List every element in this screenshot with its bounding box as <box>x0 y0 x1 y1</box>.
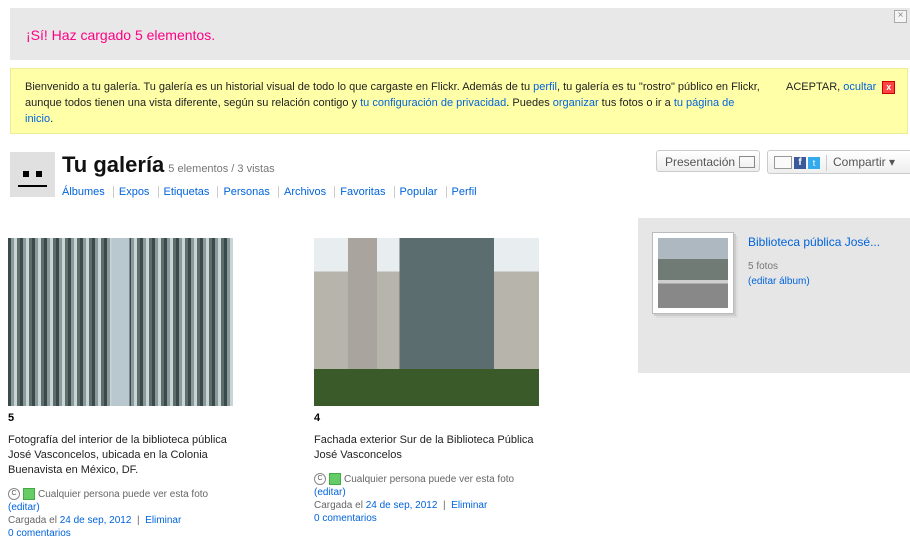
cc-icon: C <box>8 488 20 501</box>
comments-link[interactable]: 0 comentarios <box>8 528 71 539</box>
upload-success-message: ¡Sí! Haz cargado 5 elementos. <box>26 27 216 43</box>
album-panel: Biblioteca pública José... 5 fotos (edit… <box>638 218 910 373</box>
notice-text-part: . <box>50 113 54 125</box>
organize-link[interactable]: organizar <box>553 97 599 109</box>
subnav-profile[interactable]: Perfil <box>445 186 482 198</box>
gallery-subnav: Álbumes Expos Etiquetas Personas Archivo… <box>62 186 482 198</box>
subnav-archives[interactable]: Archivos <box>277 186 332 198</box>
welcome-notice: Bienvenido a tu galería. Tu galería es u… <box>10 68 908 134</box>
cc-icon: C <box>314 473 326 486</box>
photo-thumbnail[interactable] <box>314 238 539 406</box>
album-title-link[interactable]: Biblioteca pública José... <box>748 235 880 249</box>
upload-date-link[interactable]: 24 de sep, 2012 <box>60 515 132 526</box>
privacy-text: Cualquier persona puede ver esta foto <box>38 489 209 500</box>
notice-text-part: Bienvenido a tu galería. Tu galería es u… <box>25 81 534 93</box>
gallery-stats: 5 elementos / 3 vistas <box>168 163 275 175</box>
upload-success-banner: ¡Sí! Haz cargado 5 elementos. × <box>10 8 910 60</box>
page-title: Tu galería 5 elementos / 3 vistas <box>62 152 275 178</box>
monitor-icon <box>739 155 756 168</box>
hide-notice-link[interactable]: ocultar <box>843 81 876 93</box>
photo-description: Fachada exterior Sur de la Biblioteca Pú… <box>314 434 534 461</box>
uploaded-label: Cargada el <box>314 500 366 511</box>
close-notice-icon[interactable]: x <box>882 80 896 94</box>
delete-link[interactable]: Eliminar <box>145 515 181 526</box>
subnav-tags[interactable]: Etiquetas <box>157 186 215 198</box>
notice-text-part: tus fotos o ir a <box>598 97 674 109</box>
avatar-eye <box>36 171 42 177</box>
comments-link[interactable]: 0 comentarios <box>314 513 377 524</box>
privacy-icon <box>23 488 35 501</box>
welcome-notice-text: Bienvenido a tu galería. Tu galería es u… <box>25 79 765 127</box>
profile-link[interactable]: perfil <box>533 81 557 93</box>
close-icon[interactable]: × <box>894 10 907 23</box>
buddy-icon-avatar[interactable] <box>10 152 55 197</box>
gallery-title: Tu galería <box>62 152 165 177</box>
avatar-mouth <box>18 185 47 187</box>
privacy-row: C Cualquier persona puede ver esta foto <box>314 473 544 486</box>
accept-label[interactable]: ACEPTAR, <box>786 81 843 93</box>
slideshow-button[interactable]: Presentación <box>656 150 760 172</box>
privacy-row: C Cualquier persona puede ver esta foto <box>8 488 238 501</box>
photo-title[interactable]: 5 <box>8 412 14 424</box>
mail-icon[interactable] <box>774 156 792 170</box>
album-cover-image <box>658 238 728 308</box>
subnav-popular[interactable]: Popular <box>393 186 443 198</box>
edit-privacy-link[interactable]: (editar) <box>8 502 40 513</box>
photo-title[interactable]: 4 <box>314 412 320 424</box>
share-label[interactable]: Compartir ▾ <box>833 155 895 169</box>
photo-thumbnail[interactable] <box>8 238 233 406</box>
uploaded-label: Cargada el <box>8 515 60 526</box>
notice-text-part: . Puedes <box>506 97 553 109</box>
slideshow-label: Presentación <box>665 155 736 169</box>
album-photo-count: 5 fotos <box>748 261 779 272</box>
privacy-settings-link[interactable]: tu configuración de privacidad <box>360 97 506 109</box>
upload-date-link[interactable]: 24 de sep, 2012 <box>366 500 438 511</box>
photo-meta: C Cualquier persona puede ver esta foto (… <box>8 488 238 540</box>
photo-description: Fotografía del interior de la biblioteca… <box>8 434 227 476</box>
subnav-favorites[interactable]: Favoritas <box>334 186 391 198</box>
avatar-eye <box>23 171 29 177</box>
edit-album-link[interactable]: (editar álbum) <box>748 276 810 287</box>
subnav-albums[interactable]: Álbumes <box>62 186 110 198</box>
share-button[interactable]: f t Compartir ▾ <box>767 150 910 174</box>
divider <box>826 154 827 171</box>
privacy-text: Cualquier persona puede ver esta foto <box>344 474 515 485</box>
subnav-people[interactable]: Personas <box>217 186 275 198</box>
photo-meta: C Cualquier persona puede ver esta foto (… <box>314 473 544 525</box>
album-thumbnail[interactable] <box>652 232 734 314</box>
privacy-icon <box>329 473 341 486</box>
notice-actions: ACEPTAR, ocultar x <box>786 79 896 95</box>
edit-privacy-link[interactable]: (editar) <box>314 487 346 498</box>
twitter-icon[interactable]: t <box>808 156 820 169</box>
subnav-expos[interactable]: Expos <box>112 186 155 198</box>
delete-link[interactable]: Eliminar <box>451 500 487 511</box>
facebook-icon[interactable]: f <box>794 156 806 169</box>
